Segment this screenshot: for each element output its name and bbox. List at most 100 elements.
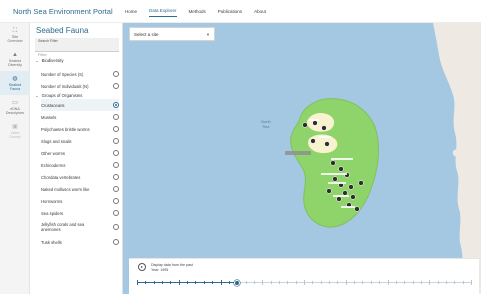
- radio-button[interactable]: [113, 239, 119, 245]
- filter-label: Search Filter: [38, 39, 58, 43]
- timeline-panel: Display data from the past Year: 1995: [129, 258, 479, 294]
- radio-button[interactable]: [113, 102, 119, 108]
- list-item-label: Sea spiders: [41, 210, 64, 216]
- radio-button[interactable]: [113, 71, 119, 77]
- slider-tick: [253, 281, 255, 284]
- list-item-crustaceans[interactable]: Crustaceans: [41, 99, 119, 111]
- slider-tick: [471, 280, 472, 285]
- rail-item-edna-descriptors[interactable]: ▭ eDNA Descriptors: [0, 95, 30, 119]
- slider-tick: [137, 280, 138, 285]
- slider-tick: [379, 281, 380, 284]
- radio-button[interactable]: [113, 186, 119, 192]
- play-icon: [141, 266, 144, 268]
- map-view[interactable]: North Sea Select a site ▼: [123, 23, 481, 294]
- station-marker: [302, 122, 308, 128]
- list-item-chordata[interactable]: Chordata vertebrates: [41, 171, 119, 183]
- chevron-down-icon: ▼: [206, 31, 210, 37]
- category-rail: ⛶ Site Overview ▲ Seabed Diversity ◍ Sea…: [0, 23, 30, 294]
- year-slider[interactable]: [137, 278, 472, 288]
- rail-item-label: Site Overview: [7, 34, 23, 43]
- radio-button[interactable]: [113, 224, 119, 230]
- list-item-polychaetes[interactable]: Polychaetes bristle worms: [41, 123, 119, 135]
- nav-data-explorer[interactable]: Data Explorer: [149, 5, 177, 17]
- list-item-label: Jellyfish corals and sea anemones: [41, 222, 85, 232]
- list-item-slugs-and-snails[interactable]: Slugs and snails: [41, 135, 119, 147]
- slider-tick: [178, 280, 180, 285]
- fauna-icon: ◍: [12, 75, 18, 82]
- slider-tick: [304, 280, 305, 285]
- list-item-sea-spiders[interactable]: Sea spiders: [41, 207, 119, 219]
- radio-button[interactable]: [113, 174, 119, 180]
- slider-tick: [462, 281, 464, 284]
- radio-button[interactable]: [113, 150, 119, 156]
- search-filter: Search Filter: [35, 38, 119, 58]
- site-select[interactable]: Select a site ▼: [129, 27, 215, 41]
- list-item-label: Mussels: [41, 114, 57, 120]
- station-label: [333, 195, 349, 197]
- list-item-mussels[interactable]: Mussels: [41, 111, 119, 123]
- rail-item-seabed-fauna[interactable]: ◍ Seabed Fauna: [0, 71, 30, 95]
- section-label: Biodiversity: [41, 58, 64, 63]
- station-marker: [310, 138, 316, 144]
- slider-tick: [262, 280, 263, 285]
- rail-item-video-survey[interactable]: ▣ Video Survey: [0, 119, 30, 143]
- station-label: [328, 182, 346, 184]
- list-item-hornworms[interactable]: Hornworms: [41, 195, 119, 207]
- list-item-naked-molluscs[interactable]: Naked molluscs worm like: [41, 183, 119, 195]
- play-button[interactable]: [138, 263, 146, 271]
- radio-button[interactable]: [113, 83, 119, 89]
- island: [452, 149, 460, 157]
- list-item-species-count[interactable]: Number of Species (S): [41, 68, 119, 80]
- site-select-placeholder: Select a site: [134, 31, 159, 37]
- slider-tick: [162, 281, 163, 284]
- list-item-tusk-shells[interactable]: Tusk shells: [41, 236, 119, 248]
- nav-methods[interactable]: Methods: [189, 6, 206, 17]
- rail-item-site-overview[interactable]: ⛶ Site Overview: [0, 23, 30, 47]
- chevron-down-icon: ⌄: [35, 92, 39, 98]
- section-label: Groups of Organisms: [41, 93, 83, 98]
- timeline-caption-line: Display data from the past: [151, 263, 193, 267]
- section-biodiversity[interactable]: ⌄ Biodiversity: [35, 56, 119, 65]
- slider-tick: [445, 281, 447, 284]
- radio-button[interactable]: [113, 162, 119, 168]
- slider-tick: [420, 281, 422, 284]
- station-label: [319, 136, 331, 138]
- slider-tick: [429, 280, 430, 285]
- slider-tick: [237, 281, 238, 284]
- rail-item-label: Seabed Diversity: [8, 58, 22, 67]
- list-item-jellyfish[interactable]: Jellyfish corals and sea anemones: [41, 219, 119, 235]
- station-marker: [312, 120, 318, 126]
- station-label: [341, 206, 355, 208]
- radio-button[interactable]: [113, 138, 119, 144]
- slider-tick: [370, 281, 372, 284]
- map-icon: ⛶: [12, 27, 18, 34]
- nav-publications[interactable]: Publications: [218, 6, 242, 17]
- slider-tick: [412, 281, 414, 284]
- list-item-label: Tusk shells: [41, 239, 62, 245]
- top-navigation: North Sea Environment Portal Home Data E…: [0, 0, 481, 23]
- slider-tick: [345, 280, 347, 285]
- radio-button[interactable]: [113, 126, 119, 132]
- list-item-echinoderms[interactable]: Echinoderms: [41, 159, 119, 171]
- slider-tick: [145, 281, 146, 284]
- list-item-label: Polychaetes bristle worms: [41, 126, 90, 132]
- panel-title: Seabed Fauna: [36, 26, 89, 35]
- chevron-down-icon: ⌄: [35, 57, 39, 63]
- radio-button[interactable]: [113, 198, 119, 204]
- layer-panel: Seabed Fauna Search Filter ⌄ Biodiversit…: [30, 23, 123, 294]
- radio-button[interactable]: [113, 114, 119, 120]
- station-marker: [321, 125, 327, 131]
- nav-about[interactable]: About: [254, 6, 266, 17]
- station-marker: [324, 141, 330, 147]
- slider-tick: [187, 281, 188, 284]
- rail-item-label: eDNA Descriptors: [5, 106, 25, 115]
- radio-button[interactable]: [113, 210, 119, 216]
- slider-tick: [329, 281, 330, 284]
- app-title[interactable]: North Sea Environment Portal: [0, 7, 125, 16]
- rail-item-seabed-diversity[interactable]: ▲ Seabed Diversity: [0, 47, 30, 71]
- map-canvas: [285, 23, 481, 294]
- list-item-other-worms[interactable]: Other worms: [41, 147, 119, 159]
- nav-home[interactable]: Home: [125, 6, 137, 17]
- slider-tick: [387, 280, 389, 285]
- list-item-label: Chordata vertebrates: [41, 174, 81, 180]
